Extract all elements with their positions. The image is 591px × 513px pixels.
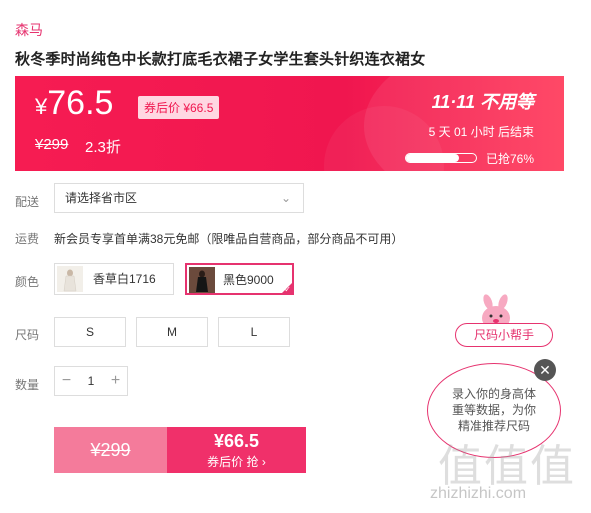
original-price: ¥299 (35, 136, 69, 153)
close-icon[interactable]: ✕ (534, 359, 556, 381)
size-option-l[interactable]: L (218, 317, 290, 347)
quantity-stepper: − 1 + (54, 366, 128, 396)
freight-label: 运费 (15, 232, 40, 246)
color-option-vanilla-white[interactable]: 香草白1716 (54, 263, 174, 295)
buy-bar: ¥299 ¥66.5 券后价 抢 › (54, 427, 306, 473)
size-helper-button[interactable]: 尺码小帮手 (455, 323, 553, 347)
buy-with-coupon-button[interactable]: ¥66.5 券后价 抢 › (167, 427, 306, 473)
quantity-value[interactable]: 1 (78, 367, 104, 395)
coupon-price-tag: 券后价 ¥66.5 (138, 96, 220, 119)
sold-progress-fill (406, 154, 460, 162)
shipping-label: 配送 (15, 195, 40, 209)
countdown-text: 5 天 01 小时 后结束 (428, 125, 534, 139)
color-thumbnail (189, 267, 215, 293)
price-banner: ¥76.5 券后价 ¥66.5 ¥299 2.3折 11·11 不用等 5 天 … (15, 76, 564, 171)
promo-title: 11·11 不用等 (431, 92, 534, 112)
quantity-decrease-button[interactable]: − (55, 367, 78, 395)
size-option-m[interactable]: M (136, 317, 208, 347)
checkmark-icon: ✓ (284, 285, 291, 294)
currency-symbol: ¥ (35, 94, 48, 119)
color-option-black[interactable]: 黑色9000 ✓ (185, 263, 294, 295)
region-select-value: 请选择省市区 (65, 191, 138, 205)
size-label: 尺码 (15, 328, 40, 342)
sold-progress-bar (405, 153, 477, 163)
size-option-s[interactable]: S (54, 317, 126, 347)
brand-name[interactable]: 森马 (15, 20, 43, 40)
chevron-down-icon: ⌄ (280, 191, 291, 205)
current-price: ¥76.5 (35, 84, 113, 123)
region-select[interactable]: 请选择省市区 ⌄ (54, 183, 304, 213)
size-helper-text: 重等数据，为你 (451, 403, 536, 417)
color-option-label: 香草白1716 (93, 272, 156, 286)
size-helper-text: 录入你的身高体 (451, 387, 536, 401)
watermark-url: zhizhizhi.com (430, 485, 527, 502)
discount-rate: 2.3折 (85, 139, 121, 156)
color-label: 颜色 (15, 275, 40, 289)
price-value: 76.5 (47, 84, 114, 122)
color-option-label: 黑色9000 (223, 273, 274, 287)
quantity-increase-button[interactable]: + (104, 367, 127, 395)
quantity-label: 数量 (15, 378, 40, 392)
sold-progress-text: 已抢76% (485, 152, 534, 166)
coupon-price: ¥66.5 (213, 431, 260, 451)
color-thumbnail (57, 266, 83, 292)
buy-action-label: 券后价 抢 › (207, 455, 266, 469)
product-title: 秋冬季时尚纯色中长款打底毛衣裙子女学生套头针织连衣裙女 (15, 51, 426, 68)
original-price-button[interactable]: ¥299 (54, 427, 167, 473)
freight-info: 新会员专享首单满38元免邮（限唯品自营商品，部分商品不可用） (54, 232, 404, 246)
